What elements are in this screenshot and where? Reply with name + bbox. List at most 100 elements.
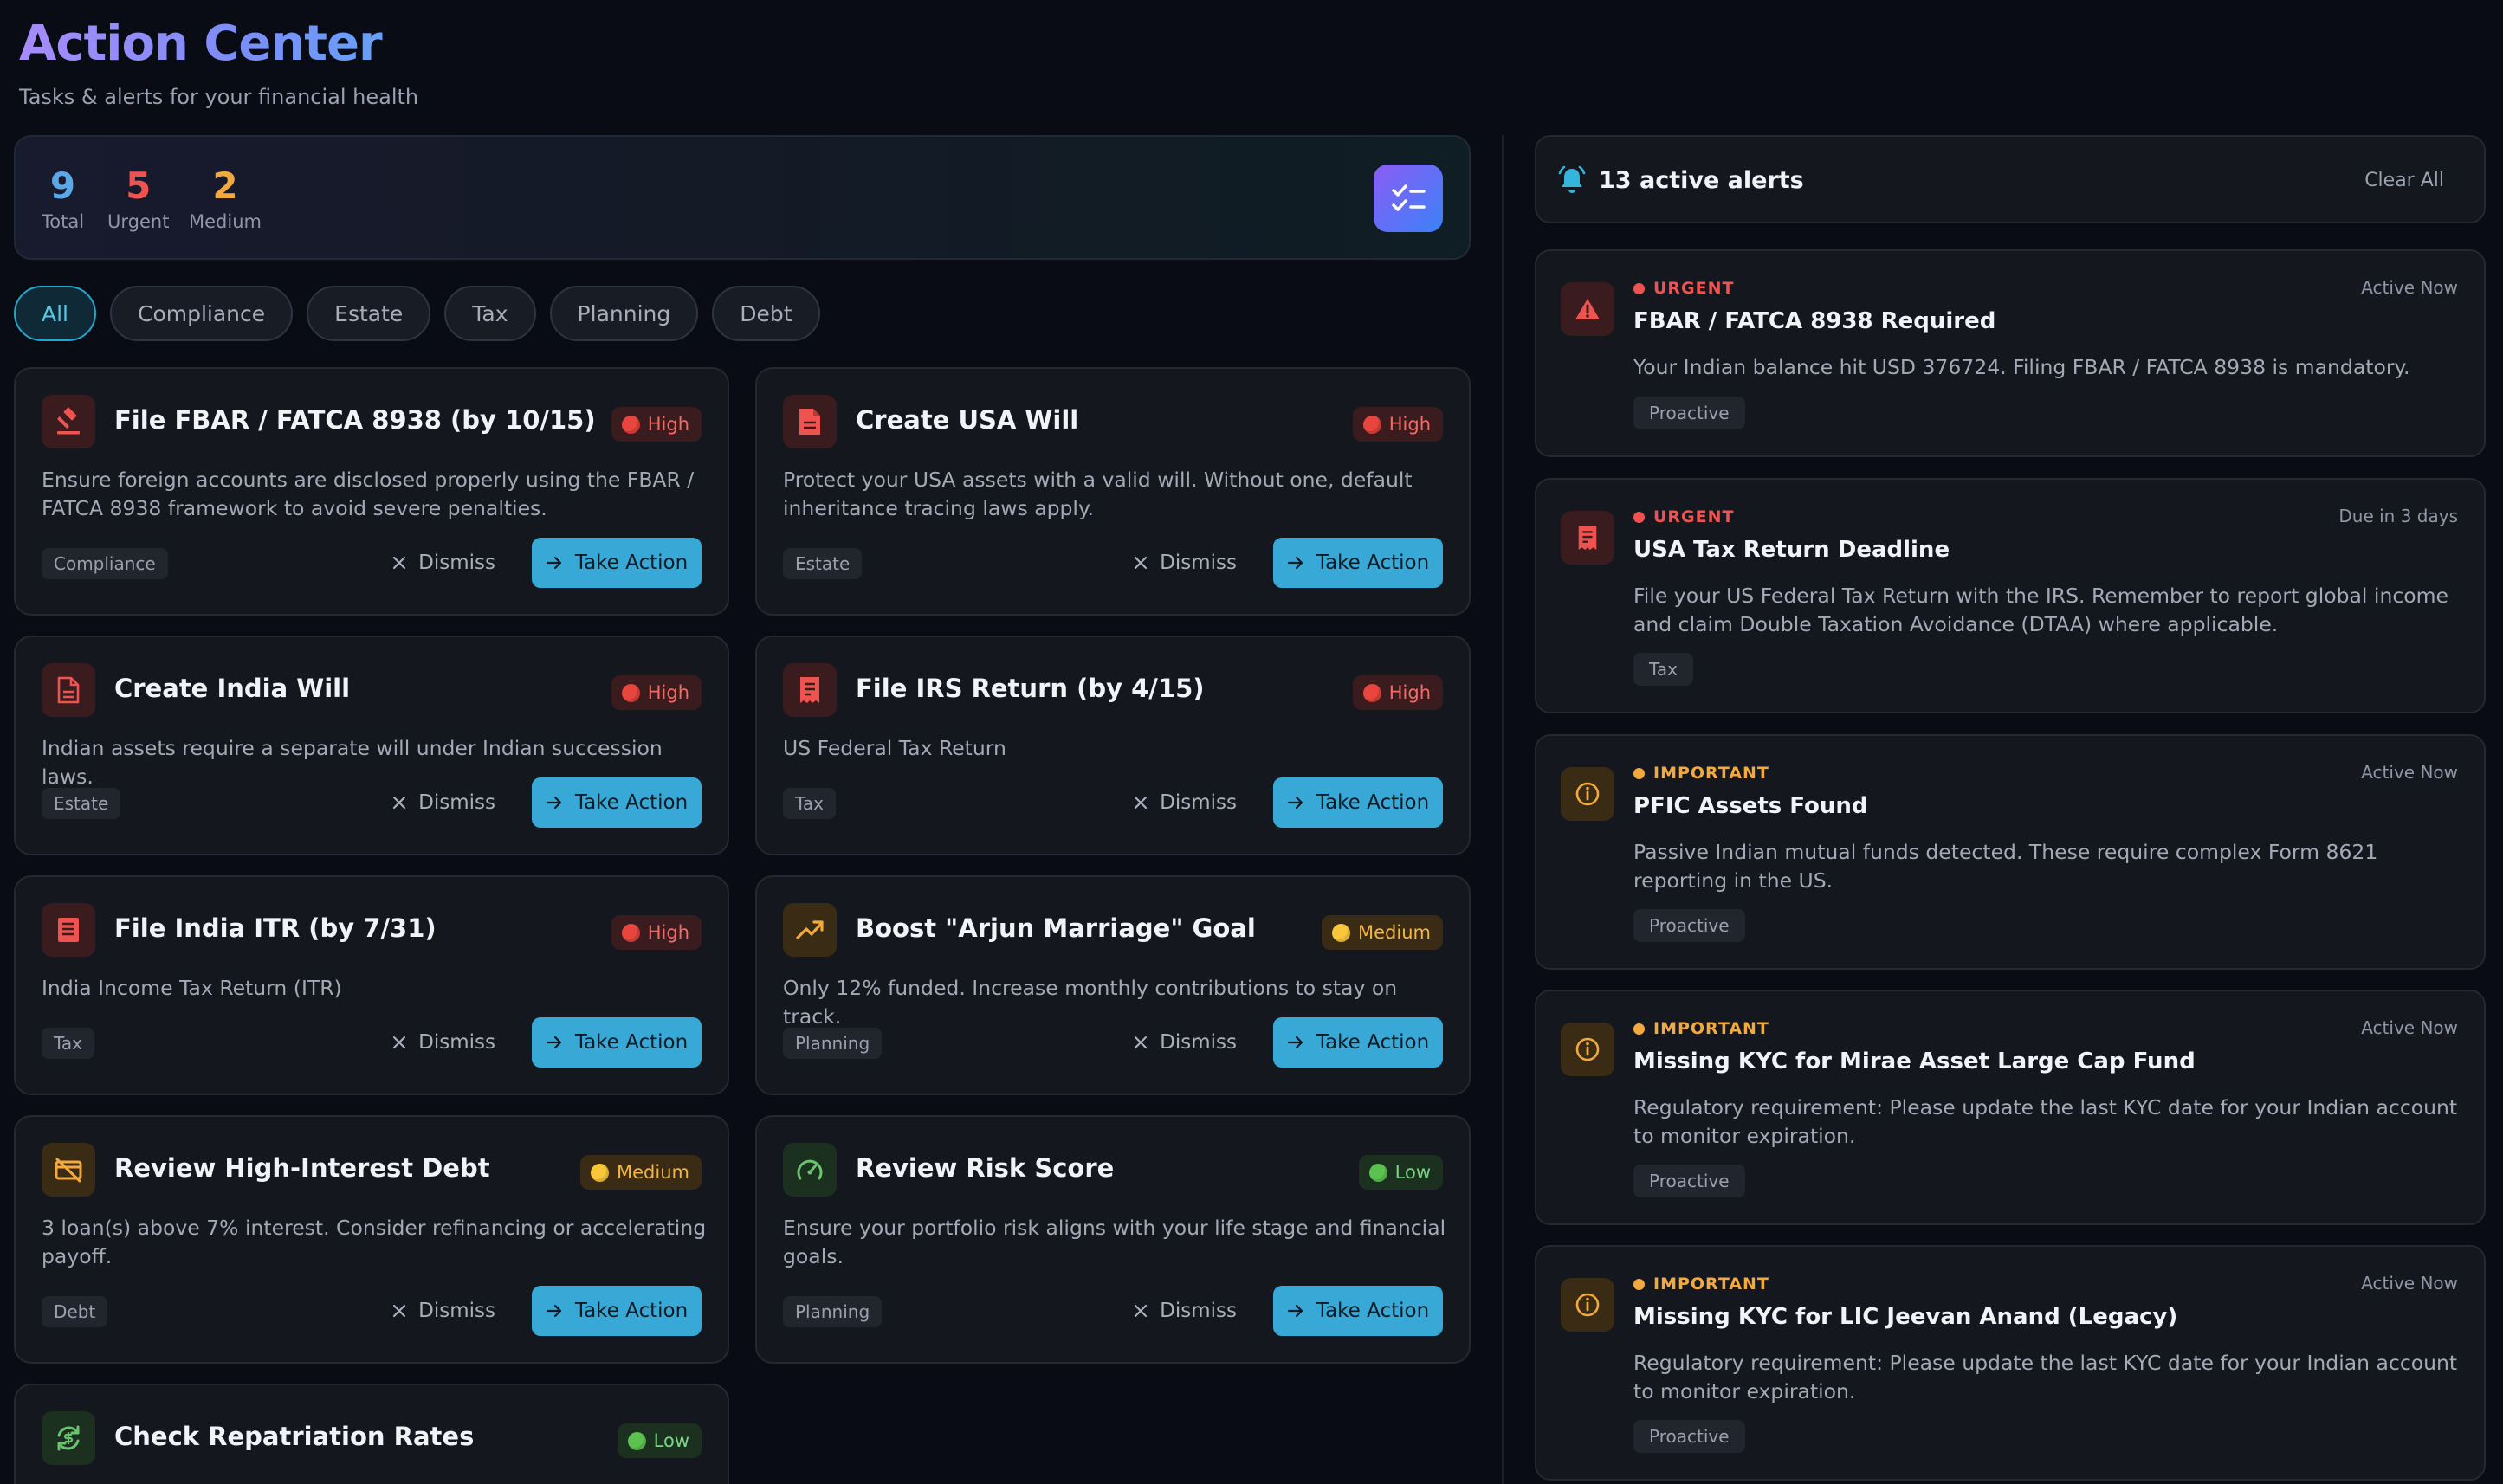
- close-icon: [1135, 1304, 1148, 1318]
- take-action-button[interactable]: Take Action: [1273, 1286, 1443, 1336]
- alert-timing: Active Now: [2361, 277, 2458, 298]
- take-action-button[interactable]: Take Action: [532, 538, 702, 588]
- task-title: Boost "Arjun Marriage" Goal: [856, 913, 1256, 943]
- severity-label: URGENT: [1653, 279, 1735, 298]
- filter-tax[interactable]: Tax: [444, 286, 536, 341]
- arrow-right-icon: [1287, 556, 1303, 570]
- alert-title: PFIC Assets Found: [1633, 793, 1868, 819]
- task-footer: Planning Dismiss Take Action: [783, 1017, 1443, 1068]
- arrow-right-icon: [1287, 1036, 1303, 1049]
- gavel-icon: [42, 395, 95, 448]
- priority-badge: Low: [1358, 1155, 1443, 1190]
- priority-dot-icon: [621, 415, 640, 434]
- filter-compliance[interactable]: Compliance: [110, 286, 294, 341]
- take-action-button[interactable]: Take Action: [1273, 777, 1443, 828]
- stat-medium-label: Medium: [189, 211, 262, 232]
- priority-badge: High: [611, 407, 702, 442]
- dismiss-button[interactable]: Dismiss: [1134, 1017, 1237, 1068]
- alert-timing: Active Now: [2361, 1273, 2458, 1294]
- take-action-button[interactable]: Take Action: [1273, 1017, 1443, 1068]
- dismiss-button[interactable]: Dismiss: [392, 538, 495, 588]
- priority-dot-icon: [1332, 923, 1351, 942]
- info-icon: [1561, 1023, 1614, 1076]
- task-footer: Tax Dismiss Take Action: [783, 777, 1443, 828]
- task-category-tag: Compliance: [42, 548, 168, 579]
- dismiss-button[interactable]: Dismiss: [1134, 1286, 1237, 1336]
- receipt-icon: [1561, 511, 1614, 565]
- alert-severity: IMPORTANT: [1633, 1274, 1769, 1294]
- take-action-button[interactable]: Take Action: [532, 1017, 702, 1068]
- priority-label: Low: [653, 1430, 689, 1451]
- priority-label: Medium: [617, 1162, 689, 1183]
- document-outline-icon: [42, 663, 95, 717]
- task-description: US Federal Tax Return: [783, 736, 1006, 760]
- stat-total-label: Total: [42, 211, 85, 232]
- task-title: File IRS Return (by 4/15): [856, 674, 1205, 703]
- dismiss-button[interactable]: Dismiss: [392, 1286, 495, 1336]
- close-icon: [1135, 796, 1148, 810]
- alert-timing: Active Now: [2361, 1017, 2458, 1038]
- dismiss-label: Dismiss: [1160, 1300, 1237, 1322]
- filter-planning[interactable]: Planning: [549, 286, 699, 341]
- filter-estate[interactable]: Estate: [307, 286, 431, 341]
- take-action-label: Take Action: [1316, 1300, 1430, 1322]
- severity-label: URGENT: [1653, 507, 1735, 526]
- dismiss-button[interactable]: Dismiss: [392, 777, 495, 828]
- alert-timing: Due in 3 days: [2338, 506, 2458, 526]
- arrow-right-icon: [1287, 1304, 1303, 1318]
- trending-up-icon: [783, 903, 837, 957]
- task-title: Review Risk Score: [856, 1153, 1115, 1183]
- take-action-label: Take Action: [574, 1031, 689, 1054]
- dismiss-label: Dismiss: [1160, 1031, 1237, 1054]
- filter-debt[interactable]: Debt: [712, 286, 820, 341]
- priority-dot-icon: [621, 923, 640, 942]
- alert-card: URGENT Due in 3 days USA Tax Return Dead…: [1535, 478, 2486, 713]
- task-category-tag: Planning: [783, 1028, 883, 1059]
- take-action-button[interactable]: Take Action: [532, 777, 702, 828]
- dismiss-button[interactable]: Dismiss: [1134, 777, 1237, 828]
- priority-dot-icon: [627, 1431, 646, 1450]
- dismiss-label: Dismiss: [418, 791, 495, 814]
- dismiss-button[interactable]: Dismiss: [1134, 538, 1237, 588]
- alert-tag: Proactive: [1633, 909, 1745, 942]
- severity-label: IMPORTANT: [1653, 1274, 1769, 1294]
- task-card: Create USA Will High Protect your USA as…: [755, 367, 1471, 616]
- take-action-button[interactable]: Take Action: [1273, 538, 1443, 588]
- receipt-icon: [783, 663, 837, 717]
- alert-tag: Proactive: [1633, 1165, 1745, 1197]
- severity-dot-icon: [1633, 1278, 1645, 1290]
- arrow-right-icon: [1287, 796, 1303, 810]
- priority-dot-icon: [1362, 415, 1381, 434]
- alert-card: URGENT Active Now FBAR / FATCA 8938 Requ…: [1535, 249, 2486, 457]
- alert-timing: Active Now: [2361, 762, 2458, 783]
- clear-all-button[interactable]: Clear All: [2364, 170, 2444, 191]
- take-action-button[interactable]: Take Action: [532, 1286, 702, 1336]
- task-title: Check Repatriation Rates: [114, 1422, 475, 1451]
- alert-tag: Proactive: [1633, 397, 1745, 429]
- stat-medium: 2 Medium: [189, 165, 262, 233]
- priority-label: Low: [1394, 1162, 1431, 1183]
- take-action-label: Take Action: [574, 791, 689, 814]
- gauge-icon: [783, 1143, 837, 1197]
- priority-dot-icon: [591, 1163, 610, 1182]
- alert-title: FBAR / FATCA 8938 Required: [1633, 308, 1996, 334]
- document-icon: [783, 395, 837, 448]
- task-footer: Estate Dismiss Take Action: [783, 538, 1443, 588]
- stat-medium-value: 2: [212, 165, 238, 207]
- priority-dot-icon: [1362, 683, 1381, 702]
- dismiss-button[interactable]: Dismiss: [392, 1017, 495, 1068]
- priority-label: High: [647, 682, 689, 703]
- severity-label: IMPORTANT: [1653, 1019, 1769, 1038]
- priority-badge: High: [611, 915, 702, 950]
- alert-tag: Tax: [1633, 653, 1693, 686]
- dismiss-label: Dismiss: [418, 552, 495, 574]
- page-header: Action Center Tasks & alerts for your fi…: [19, 14, 418, 109]
- task-category-tag: Tax: [42, 1028, 94, 1059]
- page-subtitle: Tasks & alerts for your financial health: [19, 85, 419, 109]
- priority-dot-icon: [1368, 1163, 1387, 1182]
- alert-description: Passive Indian mutual funds detected. Th…: [1633, 840, 2378, 893]
- form-icon: [42, 903, 95, 957]
- stat-urgent-label: Urgent: [107, 211, 170, 232]
- filter-all[interactable]: All: [14, 286, 96, 341]
- task-card: File FBAR / FATCA 8938 (by 10/15) High E…: [14, 367, 729, 616]
